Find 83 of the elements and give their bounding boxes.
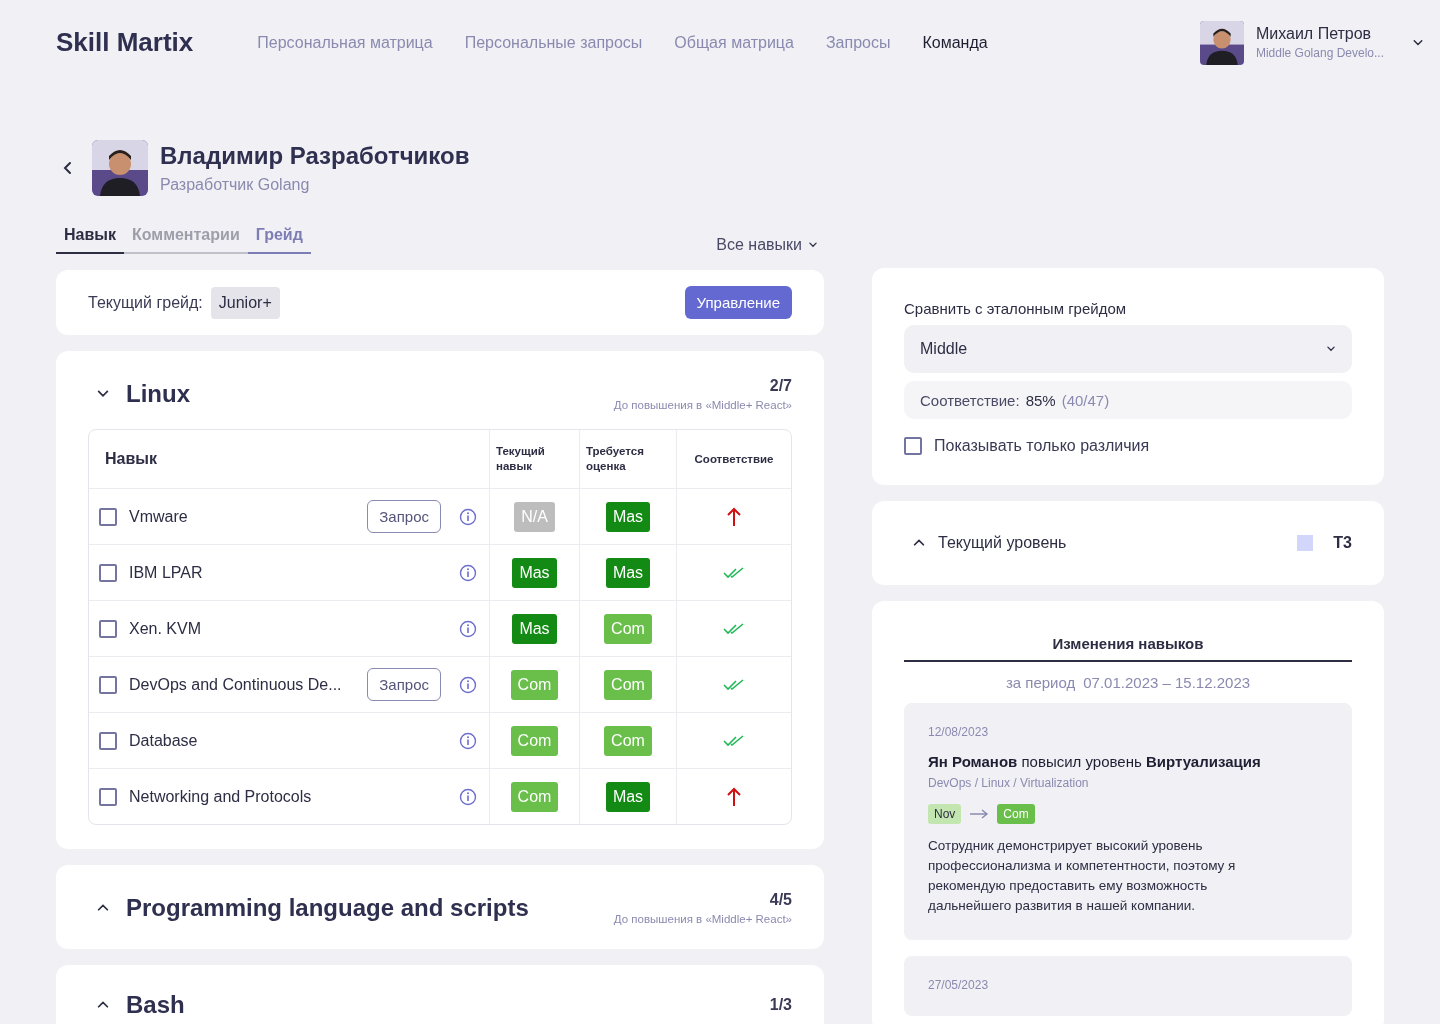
grade-chip: Junior+ bbox=[210, 286, 280, 319]
section-score: 2/7 bbox=[768, 377, 792, 395]
info-icon[interactable] bbox=[459, 675, 477, 694]
change-date: 12/08/2023 bbox=[928, 725, 990, 739]
checkbox[interactable] bbox=[99, 675, 117, 694]
column-header: Текущий навык bbox=[495, 444, 546, 474]
user-name: Михаил Петров bbox=[1255, 25, 1373, 43]
change-title: Ян Романов повысил уровень Виртуализация bbox=[928, 753, 1262, 770]
checkbox[interactable] bbox=[99, 731, 117, 750]
info-icon[interactable] bbox=[459, 563, 477, 582]
section-score: 4/5 bbox=[768, 891, 792, 909]
filter-dropdown[interactable]: Все навыки bbox=[716, 236, 824, 254]
profile-role: Разработчик Golang bbox=[160, 176, 311, 194]
level-badge: Nov bbox=[928, 804, 962, 824]
checkbox[interactable] bbox=[99, 787, 117, 806]
section-title: Programming language and scripts bbox=[126, 894, 530, 922]
period-dates: 07.01.2023 – 15.12.2023 bbox=[1083, 674, 1251, 691]
tab[interactable]: Навык bbox=[56, 220, 124, 254]
level-badge: N/A bbox=[514, 501, 555, 532]
checkbox-label: Показывать только различия bbox=[934, 437, 1150, 455]
level-badge: Mas bbox=[512, 557, 557, 588]
match-label: Соответствие: bbox=[920, 391, 1020, 409]
checkbox[interactable] bbox=[99, 619, 117, 638]
level-badge: Mas bbox=[512, 613, 557, 644]
level-badge: Com bbox=[997, 804, 1035, 824]
skill-name: Networking and Protocols bbox=[129, 787, 313, 806]
level-badge: Com bbox=[510, 781, 559, 812]
info-icon[interactable] bbox=[459, 507, 477, 526]
level-badge: Com bbox=[604, 669, 652, 700]
skill-name: Database bbox=[129, 731, 199, 750]
skill-name: DevOps and Continuous De... bbox=[129, 675, 343, 694]
grade-select[interactable]: Middle bbox=[904, 325, 1352, 373]
double-check-icon bbox=[723, 622, 745, 635]
column-header: Требуется оценка bbox=[585, 444, 645, 474]
skill-path: DevOps / Linux / Virtualization bbox=[928, 776, 1090, 790]
user-role: Middle Golang Develo... bbox=[1255, 46, 1384, 60]
level-badge: Com bbox=[604, 613, 652, 644]
level-value: Т3 bbox=[1333, 534, 1352, 552]
section-title: Bash bbox=[126, 991, 186, 1019]
info-icon[interactable] bbox=[459, 787, 477, 806]
logo[interactable]: Skill Martix bbox=[56, 27, 194, 58]
changes-title: Изменения навыков bbox=[904, 625, 1352, 662]
grade-label: Текущий грейд: bbox=[88, 293, 203, 312]
level-badge: Com bbox=[510, 725, 559, 756]
profile-name: Владимир Разработчиков bbox=[160, 142, 470, 170]
period-label: за период bbox=[1005, 674, 1076, 691]
checkbox[interactable] bbox=[99, 563, 117, 582]
skill-name: Vmware bbox=[129, 507, 189, 526]
column-header: Навык bbox=[104, 448, 157, 469]
request-button[interactable]: Запрос bbox=[367, 500, 441, 533]
double-check-icon bbox=[723, 678, 745, 691]
info-icon[interactable] bbox=[459, 731, 477, 750]
checkbox[interactable] bbox=[904, 437, 922, 455]
change-date: 27/05/2023 bbox=[928, 978, 990, 992]
change-comment: Сотрудник демонстрирует высокий уровень профессионализма и компетентности, поэтому я рекомендую предоставить ему возможность дальнейшего развития в нашей компании. bbox=[928, 837, 1237, 915]
nav-link[interactable]: Команда bbox=[922, 33, 988, 52]
info-icon[interactable] bbox=[459, 619, 477, 638]
double-check-icon bbox=[723, 734, 745, 747]
double-check-icon bbox=[723, 566, 745, 579]
section-note: До повышения в «Middle+ React» bbox=[613, 913, 792, 925]
caret-icon bbox=[808, 240, 818, 250]
skill-name: Xen. KVM bbox=[129, 619, 203, 638]
level-badge: Com bbox=[510, 669, 559, 700]
section-title: Linux bbox=[126, 380, 191, 408]
column-header: Соответствие bbox=[693, 451, 775, 467]
match-count: (40/47) bbox=[1061, 391, 1110, 409]
arrow-up-icon bbox=[727, 506, 741, 527]
level-label: Текущий уровень bbox=[938, 534, 1068, 552]
request-button[interactable]: Запрос bbox=[367, 668, 441, 701]
level-badge: Com bbox=[604, 725, 652, 756]
level-badge: Mas bbox=[605, 557, 651, 588]
manage-button[interactable]: Управление bbox=[684, 286, 792, 319]
skill-name: IBM LPAR bbox=[129, 563, 204, 582]
arrow-up-icon bbox=[727, 786, 741, 807]
level-badge: Mas bbox=[605, 781, 651, 812]
section-score: 1/3 bbox=[769, 996, 792, 1014]
arrow-right-icon bbox=[969, 809, 990, 819]
match-percent: 85% bbox=[1025, 391, 1056, 409]
checkbox[interactable] bbox=[99, 507, 117, 526]
level-badge: Mas bbox=[605, 501, 651, 532]
caret-icon bbox=[1326, 344, 1336, 354]
section-note: До повышения в «Middle+ React» bbox=[613, 399, 792, 411]
compare-label: Сравнить с эталонным грейдом bbox=[904, 300, 1128, 317]
